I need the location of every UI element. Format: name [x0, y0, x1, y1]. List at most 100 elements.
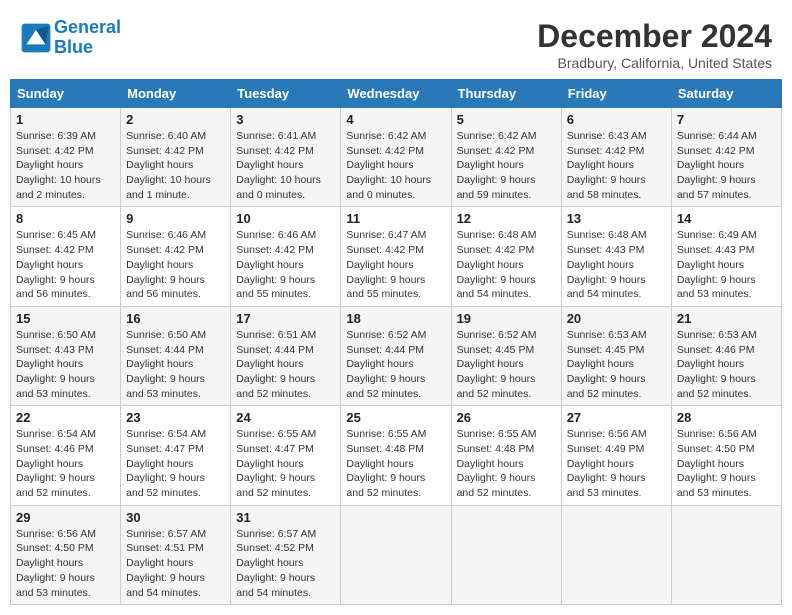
calendar-day-3: 3 Sunrise: 6:41 AMSunset: 4:42 PMDayligh… [231, 108, 341, 207]
empty-cell [451, 505, 561, 604]
day-info: Sunrise: 6:44 AMSunset: 4:42 PMDaylight … [677, 129, 776, 202]
month-title: December 2024 [537, 18, 772, 55]
day-number: 22 [16, 410, 115, 425]
day-number: 2 [126, 112, 225, 127]
day-number: 24 [236, 410, 335, 425]
calendar-day-25: 25 Sunrise: 6:55 AMSunset: 4:48 PMDaylig… [341, 406, 451, 505]
day-info: Sunrise: 6:48 AMSunset: 4:42 PMDaylight … [457, 228, 556, 301]
empty-cell [561, 505, 671, 604]
calendar-day-9: 9 Sunrise: 6:46 AMSunset: 4:42 PMDayligh… [121, 207, 231, 306]
day-info: Sunrise: 6:56 AMSunset: 4:49 PMDaylight … [567, 427, 666, 500]
calendar-day-23: 23 Sunrise: 6:54 AMSunset: 4:47 PMDaylig… [121, 406, 231, 505]
calendar-day-7: 7 Sunrise: 6:44 AMSunset: 4:42 PMDayligh… [671, 108, 781, 207]
calendar-day-17: 17 Sunrise: 6:51 AMSunset: 4:44 PMDaylig… [231, 306, 341, 405]
day-info: Sunrise: 6:50 AMSunset: 4:44 PMDaylight … [126, 328, 225, 401]
day-number: 31 [236, 510, 335, 525]
day-info: Sunrise: 6:57 AMSunset: 4:52 PMDaylight … [236, 527, 335, 600]
weekday-header-saturday: Saturday [671, 80, 781, 108]
calendar-day-1: 1 Sunrise: 6:39 AMSunset: 4:42 PMDayligh… [11, 108, 121, 207]
day-info: Sunrise: 6:42 AMSunset: 4:42 PMDaylight … [346, 129, 445, 202]
day-number: 30 [126, 510, 225, 525]
weekday-header-tuesday: Tuesday [231, 80, 341, 108]
calendar-week-4: 22 Sunrise: 6:54 AMSunset: 4:46 PMDaylig… [11, 406, 782, 505]
day-number: 27 [567, 410, 666, 425]
day-info: Sunrise: 6:46 AMSunset: 4:42 PMDaylight … [236, 228, 335, 301]
day-number: 10 [236, 211, 335, 226]
weekday-header-wednesday: Wednesday [341, 80, 451, 108]
calendar-day-10: 10 Sunrise: 6:46 AMSunset: 4:42 PMDaylig… [231, 207, 341, 306]
calendar-week-3: 15 Sunrise: 6:50 AMSunset: 4:43 PMDaylig… [11, 306, 782, 405]
day-number: 11 [346, 211, 445, 226]
day-info: Sunrise: 6:52 AMSunset: 4:44 PMDaylight … [346, 328, 445, 401]
day-info: Sunrise: 6:56 AMSunset: 4:50 PMDaylight … [677, 427, 776, 500]
calendar-day-20: 20 Sunrise: 6:53 AMSunset: 4:45 PMDaylig… [561, 306, 671, 405]
day-info: Sunrise: 6:52 AMSunset: 4:45 PMDaylight … [457, 328, 556, 401]
day-info: Sunrise: 6:56 AMSunset: 4:50 PMDaylight … [16, 527, 115, 600]
calendar-day-29: 29 Sunrise: 6:56 AMSunset: 4:50 PMDaylig… [11, 505, 121, 604]
location: Bradbury, California, United States [537, 55, 772, 71]
calendar-day-30: 30 Sunrise: 6:57 AMSunset: 4:51 PMDaylig… [121, 505, 231, 604]
title-block: December 2024 Bradbury, California, Unit… [537, 18, 772, 71]
day-number: 9 [126, 211, 225, 226]
day-number: 29 [16, 510, 115, 525]
day-info: Sunrise: 6:48 AMSunset: 4:43 PMDaylight … [567, 228, 666, 301]
calendar-day-31: 31 Sunrise: 6:57 AMSunset: 4:52 PMDaylig… [231, 505, 341, 604]
weekday-header-monday: Monday [121, 80, 231, 108]
day-number: 12 [457, 211, 556, 226]
day-info: Sunrise: 6:46 AMSunset: 4:42 PMDaylight … [126, 228, 225, 301]
calendar-day-24: 24 Sunrise: 6:55 AMSunset: 4:47 PMDaylig… [231, 406, 341, 505]
calendar-header-row: SundayMondayTuesdayWednesdayThursdayFrid… [11, 80, 782, 108]
day-number: 17 [236, 311, 335, 326]
day-info: Sunrise: 6:51 AMSunset: 4:44 PMDaylight … [236, 328, 335, 401]
calendar-table: SundayMondayTuesdayWednesdayThursdayFrid… [10, 79, 782, 605]
day-number: 19 [457, 311, 556, 326]
calendar-day-19: 19 Sunrise: 6:52 AMSunset: 4:45 PMDaylig… [451, 306, 561, 405]
day-info: Sunrise: 6:41 AMSunset: 4:42 PMDaylight … [236, 129, 335, 202]
day-number: 1 [16, 112, 115, 127]
day-info: Sunrise: 6:53 AMSunset: 4:45 PMDaylight … [567, 328, 666, 401]
calendar-week-2: 8 Sunrise: 6:45 AMSunset: 4:42 PMDayligh… [11, 207, 782, 306]
logo-icon [20, 22, 52, 54]
calendar-day-26: 26 Sunrise: 6:55 AMSunset: 4:48 PMDaylig… [451, 406, 561, 505]
weekday-header-sunday: Sunday [11, 80, 121, 108]
day-number: 4 [346, 112, 445, 127]
calendar-day-13: 13 Sunrise: 6:48 AMSunset: 4:43 PMDaylig… [561, 207, 671, 306]
day-info: Sunrise: 6:50 AMSunset: 4:43 PMDaylight … [16, 328, 115, 401]
day-number: 25 [346, 410, 445, 425]
calendar-day-15: 15 Sunrise: 6:50 AMSunset: 4:43 PMDaylig… [11, 306, 121, 405]
calendar-day-27: 27 Sunrise: 6:56 AMSunset: 4:49 PMDaylig… [561, 406, 671, 505]
day-number: 26 [457, 410, 556, 425]
day-info: Sunrise: 6:49 AMSunset: 4:43 PMDaylight … [677, 228, 776, 301]
day-info: Sunrise: 6:43 AMSunset: 4:42 PMDaylight … [567, 129, 666, 202]
day-number: 6 [567, 112, 666, 127]
empty-cell [671, 505, 781, 604]
day-number: 8 [16, 211, 115, 226]
day-number: 20 [567, 311, 666, 326]
day-number: 16 [126, 311, 225, 326]
calendar-day-12: 12 Sunrise: 6:48 AMSunset: 4:42 PMDaylig… [451, 207, 561, 306]
day-info: Sunrise: 6:55 AMSunset: 4:48 PMDaylight … [346, 427, 445, 500]
calendar-day-11: 11 Sunrise: 6:47 AMSunset: 4:42 PMDaylig… [341, 207, 451, 306]
calendar-week-1: 1 Sunrise: 6:39 AMSunset: 4:42 PMDayligh… [11, 108, 782, 207]
day-number: 21 [677, 311, 776, 326]
calendar-day-22: 22 Sunrise: 6:54 AMSunset: 4:46 PMDaylig… [11, 406, 121, 505]
day-number: 13 [567, 211, 666, 226]
calendar-day-2: 2 Sunrise: 6:40 AMSunset: 4:42 PMDayligh… [121, 108, 231, 207]
day-info: Sunrise: 6:47 AMSunset: 4:42 PMDaylight … [346, 228, 445, 301]
weekday-header-friday: Friday [561, 80, 671, 108]
day-info: Sunrise: 6:57 AMSunset: 4:51 PMDaylight … [126, 527, 225, 600]
day-info: Sunrise: 6:45 AMSunset: 4:42 PMDaylight … [16, 228, 115, 301]
calendar-day-28: 28 Sunrise: 6:56 AMSunset: 4:50 PMDaylig… [671, 406, 781, 505]
day-number: 3 [236, 112, 335, 127]
day-info: Sunrise: 6:40 AMSunset: 4:42 PMDaylight … [126, 129, 225, 202]
logo: General Blue [20, 18, 121, 58]
day-number: 5 [457, 112, 556, 127]
day-info: Sunrise: 6:39 AMSunset: 4:42 PMDaylight … [16, 129, 115, 202]
day-info: Sunrise: 6:55 AMSunset: 4:47 PMDaylight … [236, 427, 335, 500]
calendar-day-16: 16 Sunrise: 6:50 AMSunset: 4:44 PMDaylig… [121, 306, 231, 405]
day-info: Sunrise: 6:54 AMSunset: 4:47 PMDaylight … [126, 427, 225, 500]
page-header: General Blue December 2024 Bradbury, Cal… [10, 10, 782, 75]
calendar-day-5: 5 Sunrise: 6:42 AMSunset: 4:42 PMDayligh… [451, 108, 561, 207]
day-info: Sunrise: 6:42 AMSunset: 4:42 PMDaylight … [457, 129, 556, 202]
day-info: Sunrise: 6:53 AMSunset: 4:46 PMDaylight … [677, 328, 776, 401]
